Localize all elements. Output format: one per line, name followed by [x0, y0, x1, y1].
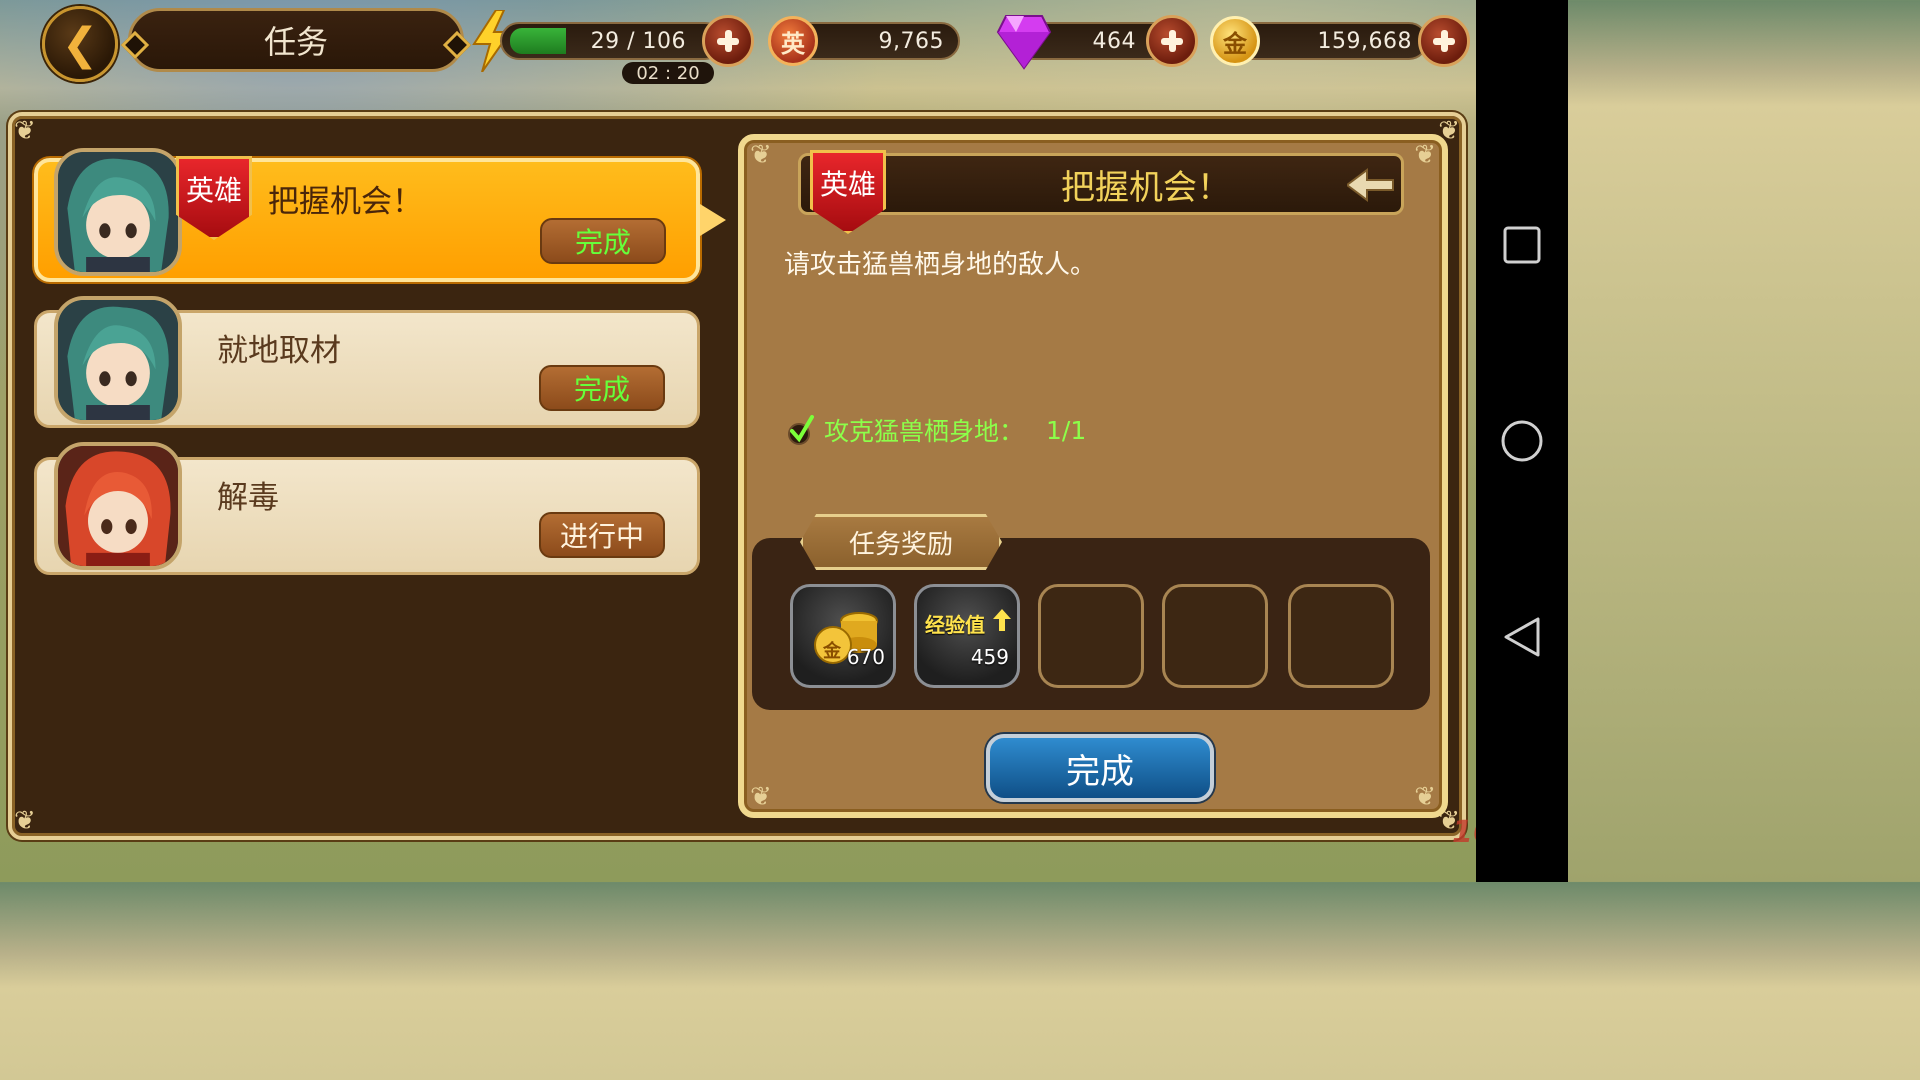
reward-slot-empty — [1038, 584, 1144, 688]
recent-apps-button[interactable] — [1476, 222, 1568, 268]
objective-label: 攻克猛兽栖身地： — [824, 417, 1025, 446]
add-energy-button[interactable] — [702, 15, 754, 67]
detail-title-bar: 把握机会！ — [798, 153, 1404, 215]
square-icon — [1503, 226, 1541, 264]
quest-name: 把握机会！ — [268, 184, 423, 220]
frame-ornament-icon: ❦ — [1414, 140, 1436, 170]
energy-value: 29 / 106 — [590, 28, 686, 54]
back-nav-button[interactable] — [1476, 612, 1568, 662]
home-button[interactable] — [1476, 416, 1568, 466]
page-title: 任务 — [263, 23, 328, 61]
frame-ornament-icon: ❦ — [750, 782, 772, 812]
hero-tag-label: 英雄 — [819, 168, 876, 201]
hero-portrait-green-hair — [54, 296, 182, 424]
quest-status-button[interactable]: 进行中 — [539, 512, 665, 558]
hero-medal-char: 英 — [781, 29, 805, 58]
triangle-back-icon — [1504, 617, 1540, 657]
reward-slot-empty — [1288, 584, 1394, 688]
detail-title: 把握机会！ — [1061, 167, 1231, 208]
reward-slot-exp[interactable]: 经验值 459 — [914, 584, 1020, 688]
quest-objective: 攻克猛兽栖身地： 1/1 — [788, 412, 1086, 448]
hero-portrait-red-hair — [54, 442, 182, 570]
gem-icon — [996, 15, 1052, 70]
add-gold-button[interactable] — [1418, 15, 1470, 67]
energy-timer: 02 : 20 — [622, 62, 714, 84]
complete-quest-button[interactable]: 完成 — [986, 734, 1214, 802]
hero-currency-value: 9,765 — [878, 28, 944, 54]
reward-amount: 670 — [846, 645, 885, 669]
quest-description: 请攻击猛兽栖身地的敌人。 — [784, 250, 1097, 280]
hero-portrait-green-hair — [54, 148, 182, 276]
gem-value: 464 — [1092, 28, 1136, 54]
add-gems-button[interactable] — [1146, 15, 1198, 67]
frame-ornament-icon: ❦ — [14, 116, 36, 146]
hero-medal-icon: 英 — [768, 16, 818, 66]
quest-status-button[interactable]: 完成 — [539, 365, 665, 411]
exp-icon: 经验值 — [925, 613, 985, 637]
android-nav-bar — [1476, 0, 1568, 882]
gold-coin-char: 金 — [823, 641, 841, 662]
energy-bar: 29 / 106 — [500, 22, 724, 60]
quest-name: 就地取材 — [217, 333, 341, 369]
arrow-up-icon — [993, 609, 1011, 631]
gold-coin-icon: 金 — [1210, 16, 1260, 66]
reward-amount: 459 — [970, 645, 1009, 669]
quest-detail-panel: ❦ ❦ ❦ ❦ — [738, 134, 1448, 818]
gold-coin-char: 金 — [1223, 29, 1247, 58]
rewards-label: 任务奖励 — [800, 514, 1002, 570]
frame-ornament-icon: ❦ — [1414, 782, 1436, 812]
objective-progress: 1/1 — [1046, 415, 1087, 445]
arrow-ornament-icon — [1347, 168, 1394, 202]
back-button[interactable]: ❮ — [42, 6, 118, 82]
reward-slot-gold[interactable]: 金 670 — [790, 584, 896, 688]
gold-value: 159,668 — [1317, 28, 1412, 54]
frame-ornament-icon: ❦ — [14, 806, 36, 836]
reward-slot-empty — [1162, 584, 1268, 688]
checkmark-icon — [788, 415, 814, 445]
selected-arrow-icon — [700, 204, 726, 236]
quest-name: 解毒 — [217, 480, 279, 516]
title-bar: 任务 — [120, 8, 472, 72]
circle-icon — [1501, 420, 1543, 462]
energy-fill — [510, 28, 566, 54]
quest-status-button[interactable]: 完成 — [540, 218, 666, 264]
frame-ornament-icon: ❦ — [750, 140, 772, 170]
hero-tag-label: 英雄 — [185, 174, 242, 207]
chevron-left-icon: ❮ — [61, 18, 99, 70]
